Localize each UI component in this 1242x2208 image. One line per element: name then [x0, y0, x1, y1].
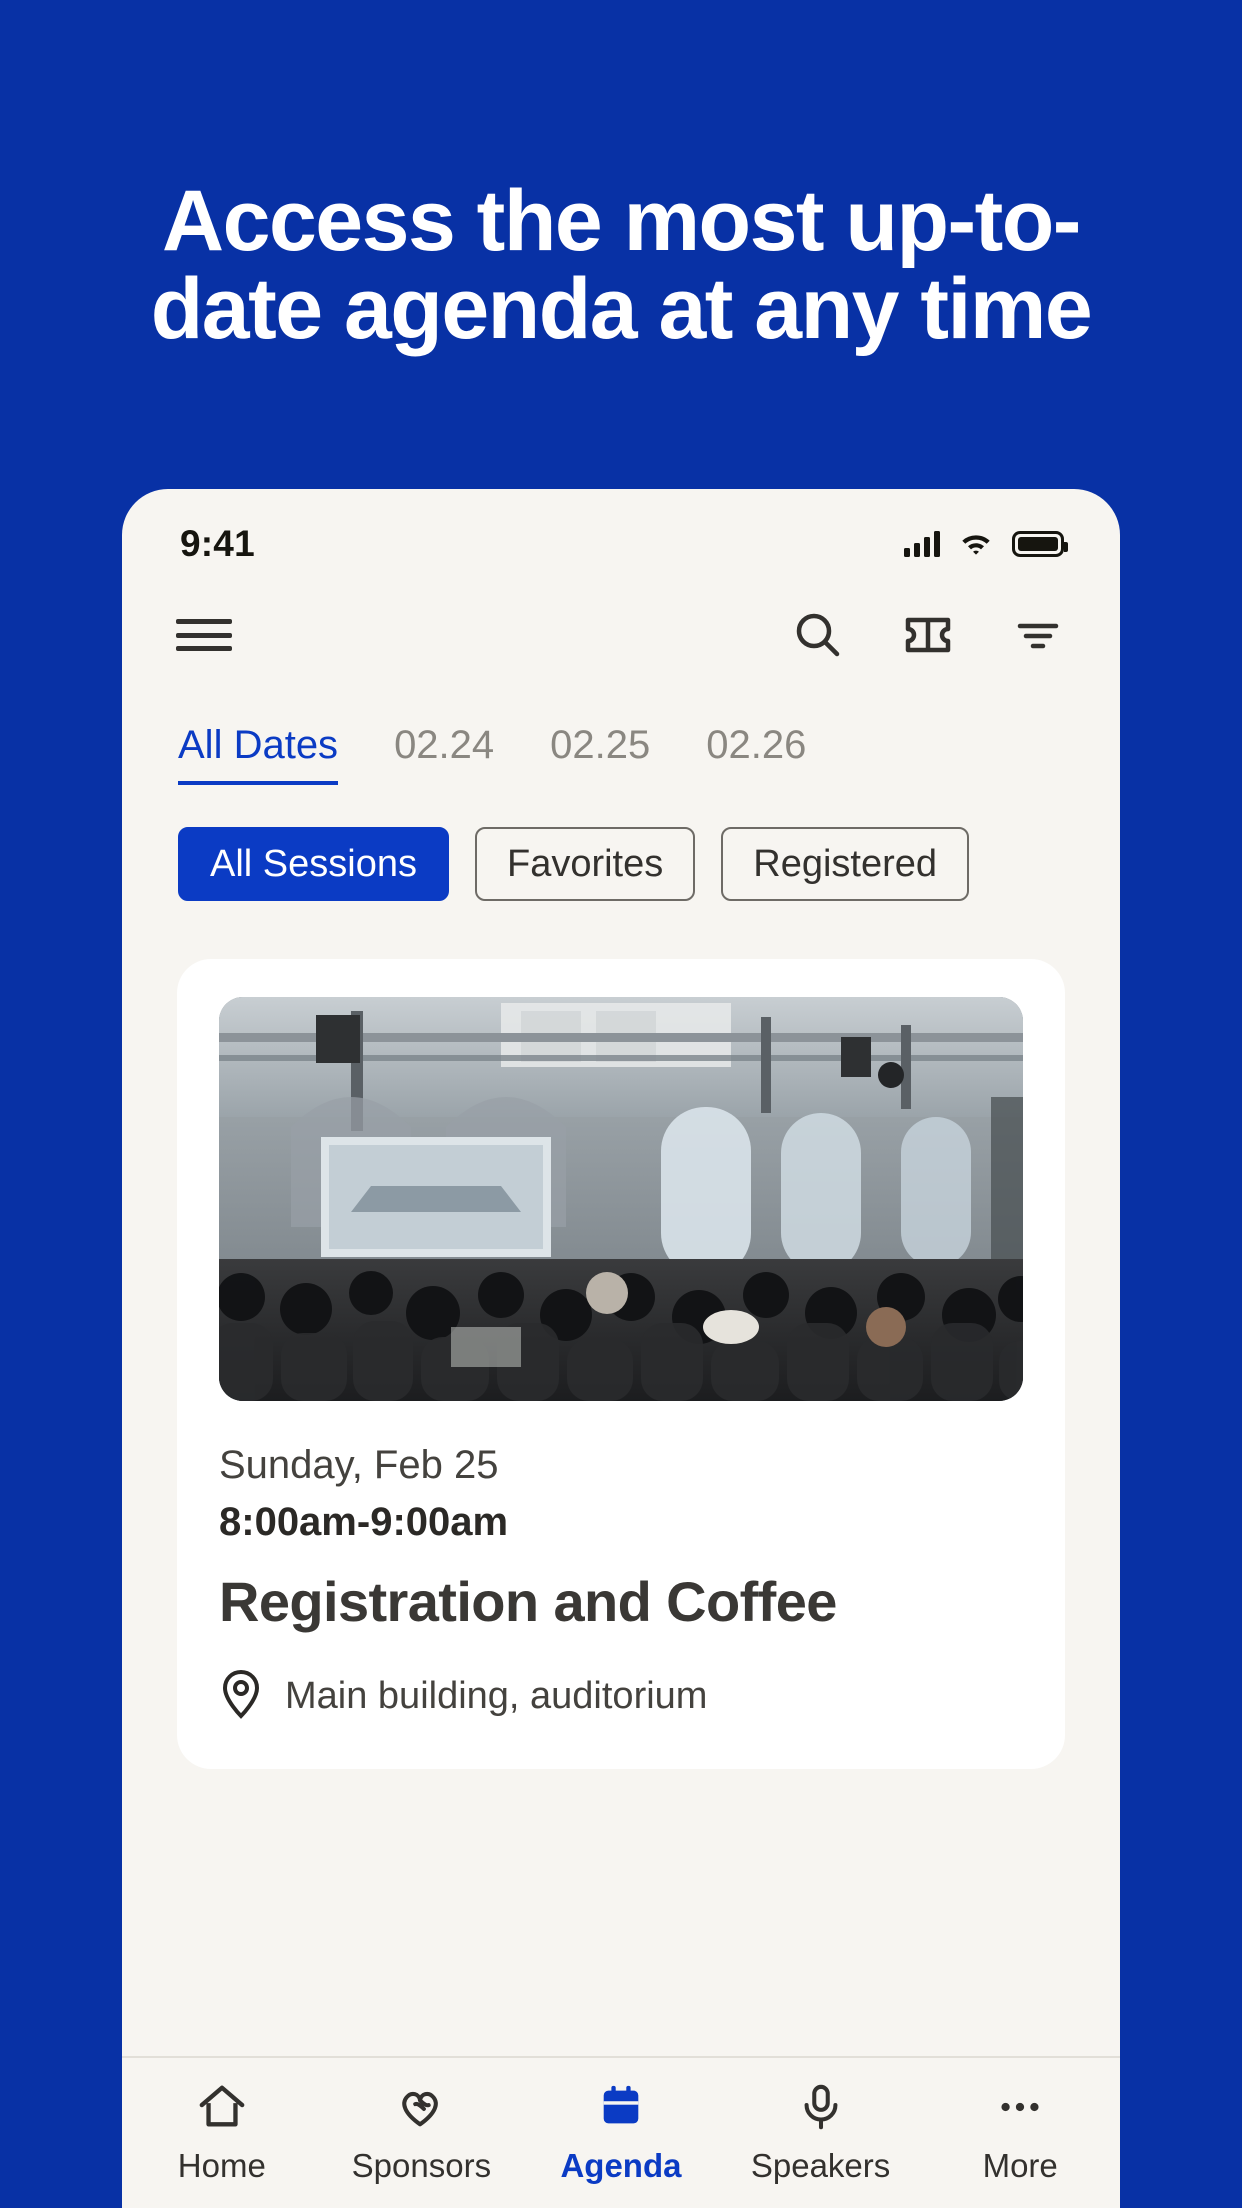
- nav-label-sponsors: Sponsors: [351, 2147, 492, 2184]
- session-card[interactable]: Sunday, Feb 25 8:00am-9:00am Registratio…: [177, 959, 1065, 1769]
- hearts-icon: [396, 2081, 446, 2133]
- session-title: Registration and Coffee: [219, 1570, 837, 1633]
- phone-mockup: 9:41 All Dates 02.24 02.25 02.26 All Ses…: [122, 489, 1120, 2208]
- app-header-actions: [792, 609, 1064, 661]
- date-tab-0225[interactable]: 02.25: [550, 723, 650, 785]
- status-time: 9:41: [180, 523, 255, 564]
- battery-full-icon: [1012, 531, 1068, 557]
- cellular-signal-icon: [904, 531, 940, 557]
- nav-item-sponsors[interactable]: Sponsors: [322, 2081, 522, 2185]
- filter-icon[interactable]: [1012, 609, 1064, 661]
- chip-registered[interactable]: Registered: [721, 827, 970, 901]
- headline-line-2: date agenda at any time: [150, 260, 1093, 357]
- nav-item-agenda[interactable]: Agenda: [521, 2081, 721, 2185]
- date-tab-0224[interactable]: 02.24: [394, 723, 494, 785]
- search-icon[interactable]: [792, 609, 844, 661]
- session-location: Main building, auditorium: [285, 1675, 708, 1717]
- nav-label-speakers: Speakers: [750, 2147, 891, 2184]
- hamburger-menu-icon[interactable]: [176, 615, 232, 655]
- session-time: 8:00am-9:00am: [219, 1500, 509, 1544]
- promo-screen: Access the most up-to- date agenda at an…: [0, 0, 1242, 2208]
- session-filter-chips: All Sessions Favorites Registered: [122, 807, 1120, 927]
- session-date: Sunday, Feb 25: [219, 1443, 499, 1487]
- status-icons: [904, 531, 1068, 557]
- session-location-row: Main building, auditorium: [219, 1668, 1023, 1725]
- nav-item-speakers[interactable]: Speakers: [721, 2081, 921, 2185]
- date-tab-0226[interactable]: 02.26: [706, 723, 806, 785]
- ellipsis-icon: [995, 2081, 1045, 2133]
- app-header: [122, 581, 1120, 689]
- nav-label-agenda: Agenda: [560, 2147, 682, 2184]
- chip-favorites[interactable]: Favorites: [474, 827, 696, 901]
- chip-all-sessions[interactable]: All Sessions: [178, 827, 449, 901]
- nav-item-home[interactable]: Home: [122, 2081, 322, 2185]
- bottom-navigation: Home Sponsors Agenda Speakers More: [122, 2056, 1120, 2208]
- headline-line-1: Access the most up-to-: [162, 173, 1081, 269]
- promo-headline: Access the most up-to- date agenda at an…: [0, 177, 1242, 357]
- status-bar: 9:41: [122, 489, 1120, 581]
- date-tab-all-dates[interactable]: All Dates: [178, 723, 339, 785]
- location-pin-icon: [219, 1668, 263, 1725]
- session-list: Sunday, Feb 25 8:00am-9:00am Registratio…: [122, 927, 1120, 2056]
- nav-label-home: Home: [177, 2147, 266, 2184]
- ticket-icon[interactable]: [902, 609, 954, 661]
- microphone-icon: [796, 2081, 846, 2133]
- nav-label-more: More: [982, 2147, 1058, 2184]
- session-photo: [219, 997, 1023, 1401]
- nav-item-more[interactable]: More: [920, 2081, 1120, 2185]
- home-icon: [197, 2081, 247, 2133]
- wifi-icon: [959, 531, 993, 557]
- calendar-icon: [596, 2081, 646, 2133]
- date-tabs: All Dates 02.24 02.25 02.26: [122, 689, 1120, 807]
